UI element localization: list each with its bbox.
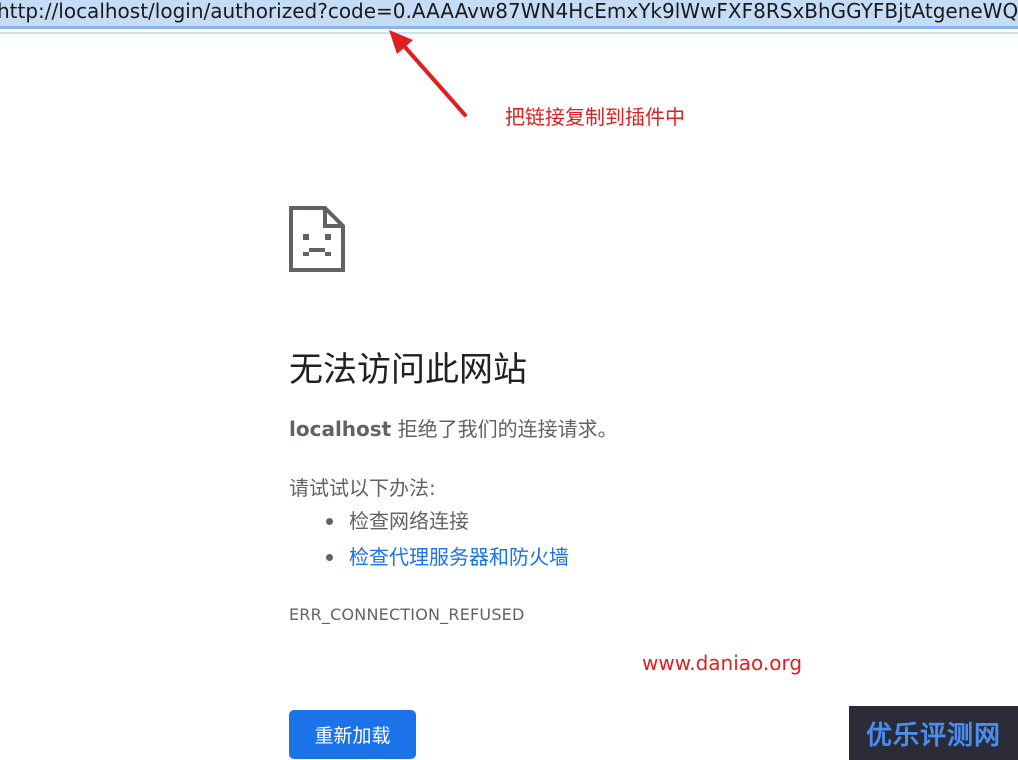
suggestion-check-network: 检查网络连接 (326, 507, 569, 543)
annotation-arrow-icon (389, 30, 467, 117)
error-host: localhost (289, 417, 392, 441)
watermark-site: www.daniao.org (642, 651, 803, 675)
address-bar[interactable]: http://localhost/login/authorized?code=0… (0, 0, 1018, 26)
suggestions-heading: 请试试以下办法: (289, 476, 436, 500)
address-bar-divider (0, 26, 1018, 29)
address-bar-url[interactable]: http://localhost/login/authorized?code=0… (0, 0, 1018, 22)
error-description-text: 拒绝了我们的连接请求。 (391, 417, 618, 441)
suggestion-check-proxy-link[interactable]: 检查代理服务器和防火墙 (326, 543, 569, 579)
reload-button[interactable]: 重新加载 (289, 710, 416, 759)
error-code: ERR_CONNECTION_REFUSED (289, 605, 525, 624)
sad-page-icon (289, 206, 345, 272)
annotation-text: 把链接复制到插件中 (505, 105, 685, 129)
suggestions-list: 检查网络连接 检查代理服务器和防火墙 (326, 507, 569, 579)
watermark-logo: 优乐评测网 (849, 706, 1018, 760)
address-bar-divider-secondary (0, 32, 1018, 34)
page-title: 无法访问此网站 (289, 350, 527, 390)
error-description: localhost 拒绝了我们的连接请求。 (289, 413, 618, 442)
